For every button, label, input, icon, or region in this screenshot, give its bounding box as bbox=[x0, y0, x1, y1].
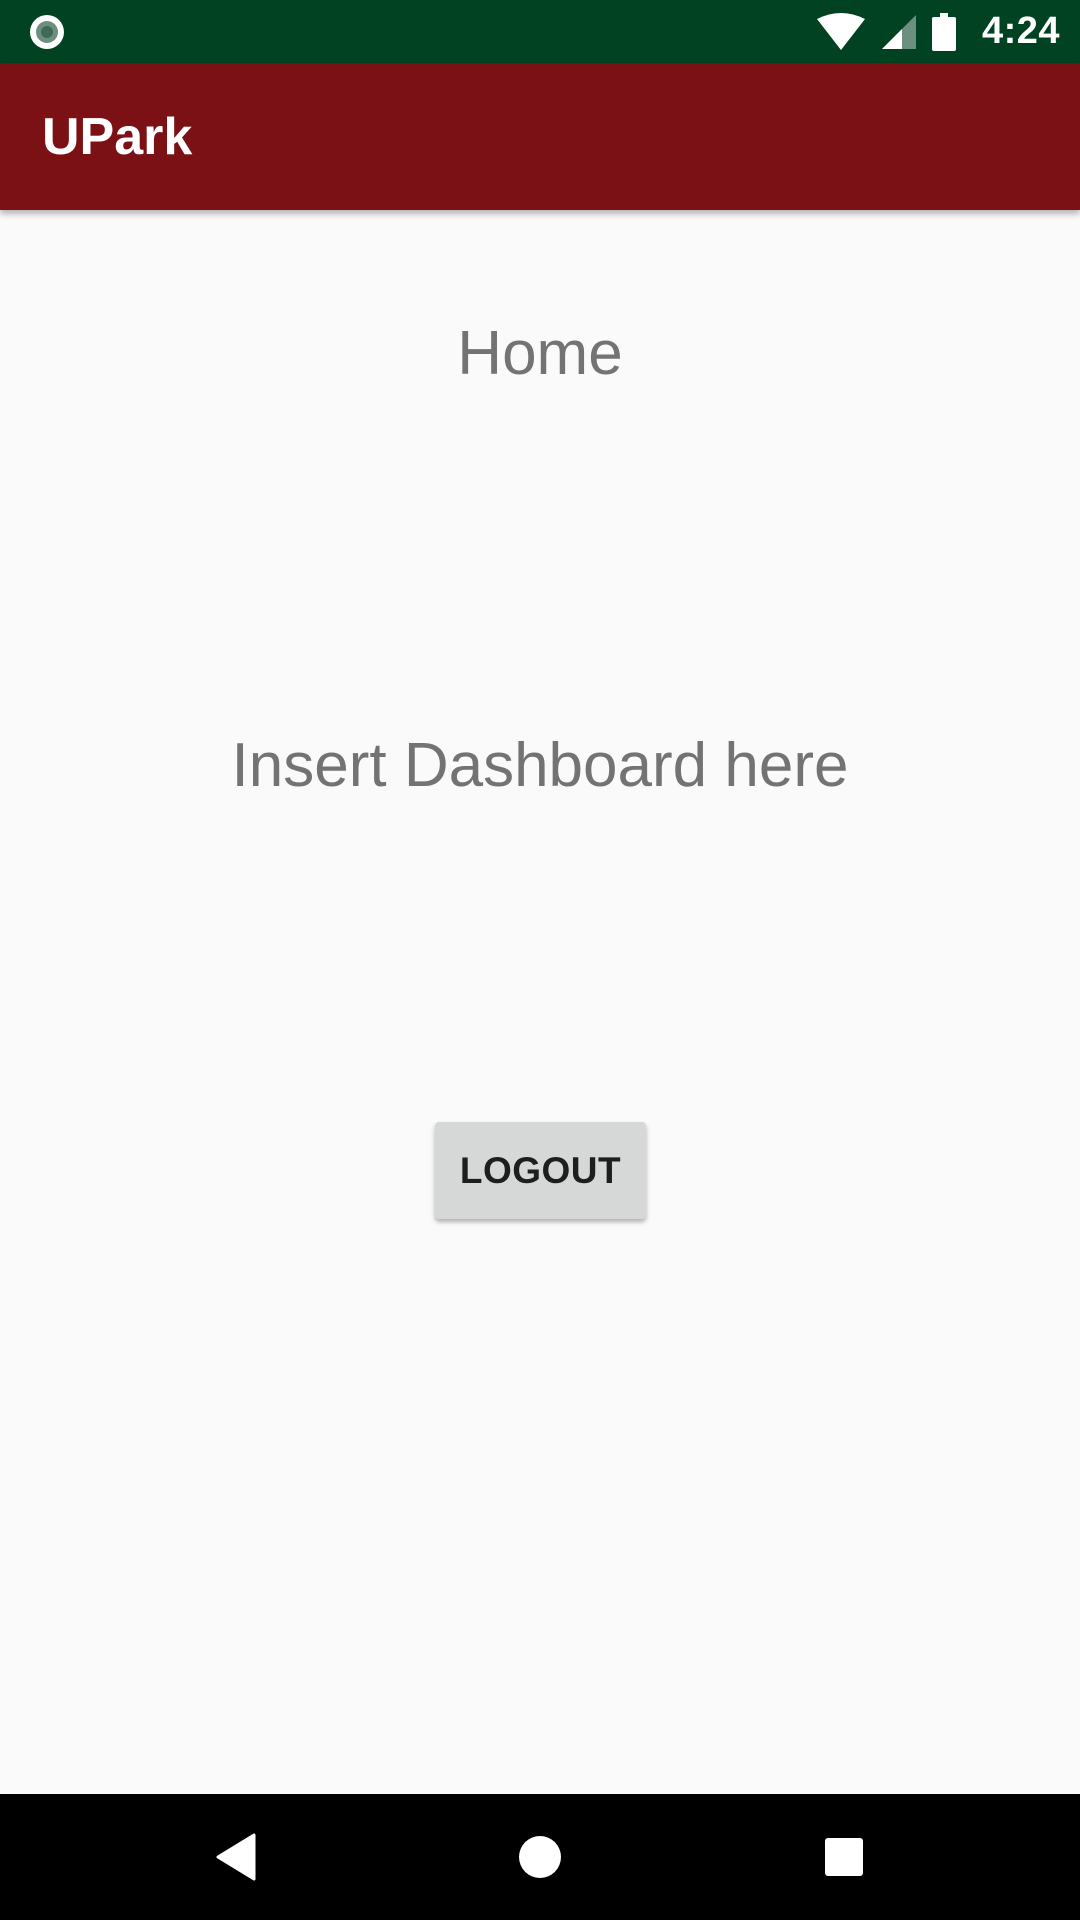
status-time: 4:24 bbox=[981, 10, 1060, 52]
back-icon bbox=[216, 1833, 256, 1881]
status-icons: 4:24 bbox=[816, 0, 1060, 63]
back-button[interactable] bbox=[176, 1794, 296, 1920]
home-icon bbox=[519, 1836, 561, 1878]
battery-icon bbox=[931, 12, 956, 51]
page-heading: Home bbox=[457, 319, 623, 388]
recents-button[interactable] bbox=[784, 1794, 904, 1920]
wifi-icon bbox=[816, 12, 865, 50]
recording-dot-icon bbox=[30, 15, 64, 49]
navigation-bar bbox=[0, 1794, 1080, 1920]
app-title: UPark bbox=[42, 108, 193, 166]
logout-button[interactable]: LOGOUT bbox=[435, 1122, 646, 1219]
app-bar: UPark bbox=[0, 63, 1080, 210]
status-bar: 4:24 bbox=[0, 0, 1080, 63]
home-button[interactable] bbox=[480, 1794, 600, 1920]
screen: 4:24 UPark Home Insert Dashboard here LO… bbox=[0, 0, 1080, 1920]
cell-signal-icon bbox=[881, 14, 916, 49]
recents-icon bbox=[825, 1838, 863, 1876]
dashboard-placeholder: Insert Dashboard here bbox=[231, 731, 849, 800]
